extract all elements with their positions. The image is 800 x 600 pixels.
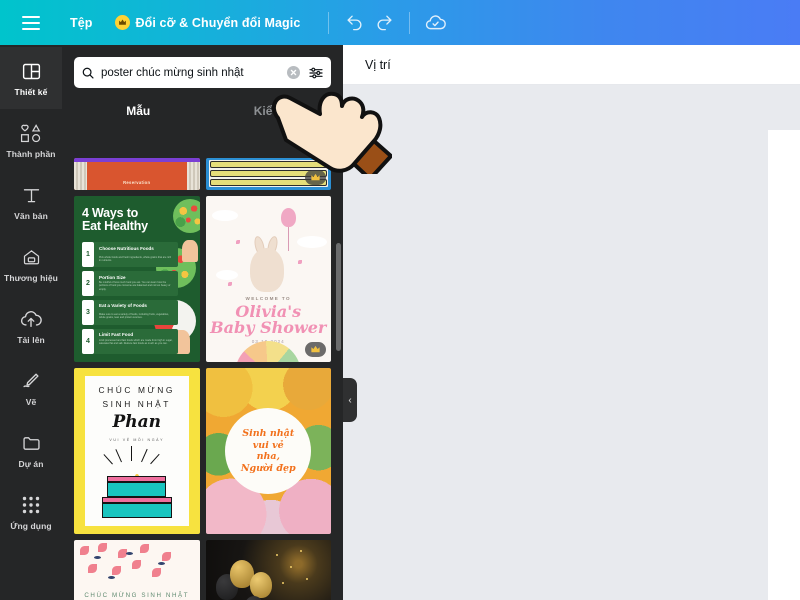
sidebar-label-draw: Vẽ — [25, 397, 37, 407]
upload-cloud-icon — [20, 307, 42, 331]
template-thumbnail[interactable]: CHÚC MỪNG SINH NHẬT Phan VUI VẺ MỖI NGÀY — [74, 368, 200, 534]
step-number: 1 — [82, 242, 94, 267]
hamburger-icon[interactable] — [22, 10, 48, 36]
chevron-left-icon: ‹ — [348, 394, 352, 406]
step-title: Eat a Variety of Foods — [99, 303, 147, 308]
magic-resize-label: Đổi cỡ & Chuyển đổi Magic — [135, 15, 301, 30]
panel-collapse-handle[interactable]: ‹ — [343, 378, 357, 422]
editor-toolbar: Vị trí — [343, 45, 800, 85]
step-text: Make sure to eat a variety of foods, inc… — [99, 313, 169, 320]
search-area — [62, 45, 343, 88]
search-icon — [81, 66, 95, 80]
premium-crown-icon — [305, 170, 326, 185]
step-title: Choose Nutritious Foods — [99, 246, 154, 251]
shapes-icon — [20, 121, 43, 145]
tab-templates[interactable]: Mẫu — [74, 98, 203, 126]
sidebar-item-uploads[interactable]: Tải lên — [0, 295, 62, 357]
filter-sliders-icon[interactable] — [306, 65, 324, 81]
thumb-heading: CHÚC MỪNG SINH NHẬT — [84, 592, 190, 599]
sidebar-item-brand[interactable]: Thương hiệu — [0, 233, 62, 295]
template-thumbnail[interactable]: Reservation — [74, 158, 200, 190]
magic-resize-button[interactable]: Đổi cỡ & Chuyển đổi Magic — [114, 15, 301, 30]
toolbar-divider-1 — [328, 11, 330, 34]
canvas-page[interactable] — [768, 130, 800, 600]
thumb-line3: nha, — [256, 451, 280, 462]
thumb-caption: Reservation — [123, 180, 151, 185]
menu-file[interactable]: Tệp — [70, 16, 93, 30]
thumb-name-line2: Baby Shower — [210, 318, 327, 337]
step-text: Be mindful of how much food you eat. You… — [99, 281, 171, 291]
thumb-line1: CHÚC MỪNG — [98, 385, 176, 395]
thumb-title-line1: 4 Ways to — [82, 206, 139, 220]
templates-grid: Reservation 4 Ways to Eat Healthy 1 Choo… — [62, 158, 343, 600]
layout-icon — [21, 59, 42, 83]
sidebar-item-text[interactable]: Văn bản — [0, 171, 62, 233]
premium-crown-icon — [305, 342, 326, 357]
step-number: 4 — [82, 329, 94, 354]
sidebar-item-projects[interactable]: Dự án — [0, 419, 62, 481]
sidebar-label-projects: Dự án — [18, 459, 44, 469]
left-rail: Thiết kế Thành phần Văn bản Thương hiệu … — [0, 45, 62, 600]
sidebar-item-apps[interactable]: Ứng dụng — [0, 481, 62, 543]
template-thumbnail[interactable] — [205, 158, 331, 190]
sidebar-item-design[interactable]: Thiết kế — [0, 47, 62, 109]
tab-styles[interactable]: Kiểu — [203, 98, 332, 126]
sidebar-label-brand: Thương hiệu — [4, 273, 58, 283]
apps-grid-icon — [21, 493, 41, 517]
template-thumbnail[interactable]: WELCOME TO Olivia's Baby Shower 03.19.20… — [205, 196, 331, 362]
step-number: 2 — [82, 271, 94, 296]
sidebar-item-elements[interactable]: Thành phần — [0, 109, 62, 171]
thumb-person: Phan — [112, 412, 162, 432]
search-input[interactable] — [101, 66, 281, 79]
sidebar-label-apps: Ứng dụng — [10, 521, 52, 531]
folder-icon — [21, 431, 42, 455]
template-thumbnail[interactable]: HAPPY Birthday — [205, 540, 331, 600]
undo-icon[interactable] — [339, 8, 369, 38]
step-number: 3 — [82, 300, 94, 325]
template-thumbnail[interactable]: 4 Ways to Eat Healthy 1 Choose Nutritiou… — [74, 196, 200, 362]
templates-panel: Mẫu Kiểu Reservation 4 Ways to Eat Healt — [62, 45, 343, 600]
sidebar-label-design: Thiết kế — [14, 87, 48, 97]
redo-icon[interactable] — [369, 8, 399, 38]
step-title: Limit Fast Food — [99, 332, 134, 337]
thumb-line2: vui vẻ — [252, 439, 284, 451]
top-bar: Tệp Đổi cỡ & Chuyển đổi Magic — [0, 0, 800, 45]
toolbar-divider-2 — [409, 11, 411, 34]
template-thumbnail[interactable]: CHÚC MỪNG SINH NHẬT Ánh — [74, 540, 200, 600]
sidebar-item-draw[interactable]: Vẽ — [0, 357, 62, 419]
step-text: Pick whole foods and fresh ingredients, … — [99, 256, 172, 263]
cloud-check-icon[interactable] — [420, 8, 450, 38]
clear-x-icon[interactable] — [287, 66, 300, 79]
thumb-title-line2: Eat Healthy — [82, 219, 148, 234]
crown-icon — [114, 15, 130, 30]
step-text: Limit processed and fast foods which are… — [99, 339, 173, 346]
panel-tabs: Mẫu Kiểu — [62, 98, 343, 126]
thumb-line1: Sinh nhật — [242, 427, 295, 439]
panel-scrollbar[interactable] — [336, 243, 341, 351]
step-title: Portion Size — [99, 275, 126, 280]
pen-icon — [20, 369, 42, 393]
brand-icon — [21, 245, 42, 269]
sidebar-label-uploads: Tải lên — [17, 335, 45, 345]
thumb-sub: VUI VẺ MỖI NGÀY — [109, 438, 165, 442]
search-box[interactable] — [74, 57, 331, 88]
position-button[interactable]: Vị trí — [365, 58, 391, 72]
text-icon — [21, 183, 42, 207]
template-thumbnail[interactable]: Sinh nhật vui vẻ nha, Người đẹp — [205, 368, 331, 534]
sidebar-label-elements: Thành phần — [6, 149, 56, 159]
sidebar-label-text: Văn bản — [14, 211, 48, 221]
thumb-line2: SINH NHẬT — [102, 399, 172, 409]
thumb-welcome: WELCOME TO — [245, 296, 292, 301]
thumb-line4: Người đẹp — [240, 462, 296, 474]
canvas-area[interactable] — [343, 85, 800, 600]
